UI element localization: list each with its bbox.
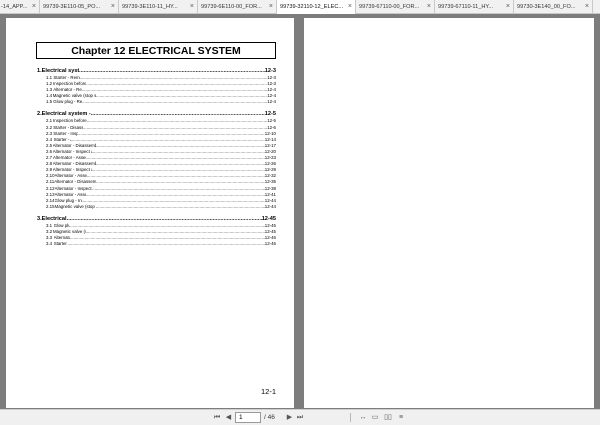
- toc-item-number: 1.5: [46, 99, 53, 105]
- tab-bar: -14_APP... × 99739-3E110-05_PO... × 99739-3E…: [0, 0, 600, 14]
- continuous-scroll-icon[interactable]: ≡: [396, 412, 406, 423]
- toc-section-row[interactable]: 3.Electrical system - Install12-45: [36, 216, 276, 223]
- toc-item-title: Starter - Install: [53, 241, 68, 247]
- tab-document[interactable]: 99739-3E110-11_HY... ×: [119, 0, 198, 14]
- toc-section-page: 12-5: [264, 111, 276, 118]
- toc-item-page: 12-44: [264, 203, 276, 209]
- toc-leader-dots: [67, 241, 264, 247]
- tab-document[interactable]: 99739-67110-00_FOR... ×: [356, 0, 435, 14]
- toc-leader-dots: [91, 111, 265, 118]
- page-total: / 46: [264, 414, 275, 421]
- tab-document[interactable]: 99739-67110-11_HY... ×: [435, 0, 514, 14]
- toc-item-page: 12-4: [267, 99, 276, 105]
- tab-label: 99739-3E110-05_PO...: [43, 4, 101, 10]
- close-icon[interactable]: ×: [190, 0, 194, 14]
- first-page-icon[interactable]: ⏮: [212, 412, 222, 423]
- toc-section-title: Electrical system - Disassemble, Inspect…: [41, 111, 91, 118]
- toc-item-row[interactable]: 3.4Starter - Install 12-46: [36, 241, 276, 247]
- toc-section-page: 12-45: [261, 215, 276, 222]
- toc-section-row[interactable]: 1.Electrical system - Remove and Inspect…: [36, 68, 276, 75]
- tab-document[interactable]: 99730-3E140_00_FO... ×: [514, 0, 593, 14]
- close-icon[interactable]: ×: [506, 0, 510, 14]
- status-separator: [350, 413, 351, 422]
- pdf-page-left: Chapter 12 ELECTRICAL SYSTEM 1. Electrica…: [6, 18, 294, 408]
- toc-item-page: 12-46: [264, 241, 276, 247]
- toc-section-title: Electrical system - Remove and Inspect: [41, 68, 79, 74]
- close-icon[interactable]: ×: [111, 0, 115, 14]
- close-icon[interactable]: ×: [269, 0, 273, 14]
- tab-document[interactable]: 99739-3E110-05_PO... ×: [40, 0, 119, 14]
- next-page-icon[interactable]: ▶: [285, 412, 294, 423]
- table-of-contents: 1.Electrical system - Remove and Inspect…: [36, 66, 276, 247]
- tab-label: 99739-32110-12_ELEC...: [280, 4, 344, 10]
- chapter-title: Chapter 12 ELECTRICAL SYSTEM: [71, 44, 241, 57]
- toc-section-page: 12-3: [264, 68, 276, 74]
- toc-section-title: Electrical system - Install: [41, 215, 67, 222]
- tab-label: 99739-6E110-00_FOR...: [201, 4, 262, 10]
- toc-leader-dots: [96, 204, 265, 210]
- toc-leader-dots: [82, 99, 267, 105]
- close-icon[interactable]: ×: [32, 0, 36, 14]
- last-page-icon[interactable]: ⏭: [295, 412, 305, 423]
- tab-document[interactable]: 99739-6E110-00_FOR... ×: [198, 0, 277, 14]
- toc-item-title: Glow plug - Remove and Inspect: [53, 99, 83, 105]
- page-number-footer: 12-1: [260, 387, 276, 396]
- page-number-input[interactable]: [235, 412, 261, 423]
- toc-leader-dots: [79, 68, 265, 75]
- fit-width-icon[interactable]: ↔: [358, 412, 368, 423]
- previous-page-icon[interactable]: ◀: [224, 412, 233, 423]
- toc-item-title: Magnetic valve (stop solenoid) - Inspect…: [54, 203, 96, 209]
- document-viewer[interactable]: Chapter 12 ELECTRICAL SYSTEM 1. Electrica…: [0, 14, 600, 409]
- close-icon[interactable]: ×: [427, 0, 431, 14]
- pdf-page-right: [304, 18, 594, 408]
- chapter-title-box: Chapter 12 ELECTRICAL SYSTEM: [36, 42, 276, 59]
- two-page-view-icon[interactable]: ▯▯: [382, 412, 394, 423]
- close-icon[interactable]: ×: [585, 0, 589, 14]
- tab-label: 99739-67110-00_FOR...: [359, 4, 420, 10]
- toc-item-number: 3.4: [46, 241, 53, 247]
- toc-section-row[interactable]: 2.Electrical system - Disassemble, Inspe…: [36, 111, 276, 118]
- fit-page-icon[interactable]: ▭: [370, 412, 380, 423]
- status-bar: ⏮ ◀ / 46 ▶ ⏭ ↔ ▭ ▯▯ ≡: [0, 409, 600, 425]
- toc-item-number: 2.15: [46, 203, 55, 209]
- tab-label: 99739-3E110-11_HY...: [122, 4, 178, 10]
- tab-label: -14_APP...: [1, 4, 28, 10]
- tab-document[interactable]: 99739-32110-12_ELEC... ×: [277, 0, 356, 14]
- close-icon[interactable]: ×: [348, 0, 352, 14]
- tab-label: 99739-67110-11_HY...: [438, 4, 494, 10]
- toc-item-row[interactable]: 1.5Glow plug - Remove and Inspect 12-4: [36, 99, 276, 105]
- tab-document[interactable]: -14_APP... ×: [0, 0, 40, 14]
- toc-item-row[interactable]: 2.15Magnetic valve (stop solenoid) - Ins…: [36, 204, 276, 210]
- toc-leader-dots: [67, 216, 262, 223]
- tab-label: 99730-3E140_00_FO...: [517, 4, 576, 10]
